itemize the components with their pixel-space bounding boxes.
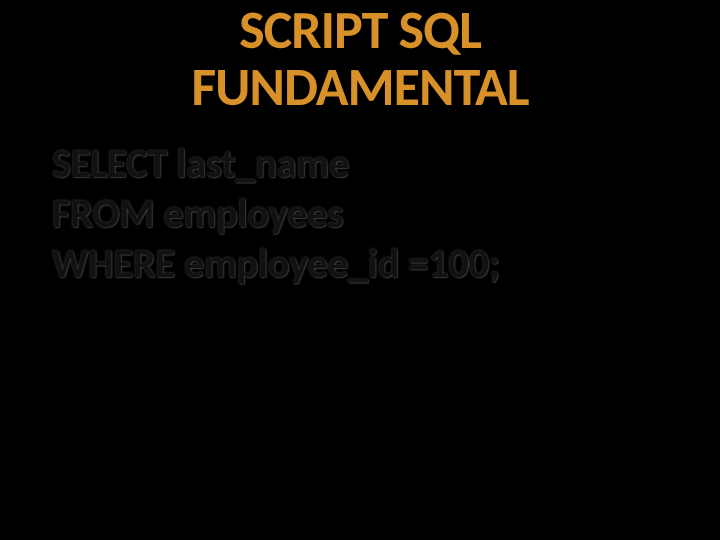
code-line-3: WHERE employee_id =100; [52, 239, 720, 289]
title-line-2: FUNDAMENTAL [0, 59, 720, 116]
title-line-1: SCRIPT SQL [0, 2, 720, 59]
code-line-1: SELECT last_name [52, 139, 720, 189]
slide-title: SCRIPT SQL FUNDAMENTAL [0, 0, 720, 115]
code-line-2: FROM employees [52, 189, 720, 239]
code-block: SELECT last_name FROM employees WHERE em… [0, 139, 720, 289]
slide-container: SCRIPT SQL FUNDAMENTAL SELECT last_name … [0, 0, 720, 540]
